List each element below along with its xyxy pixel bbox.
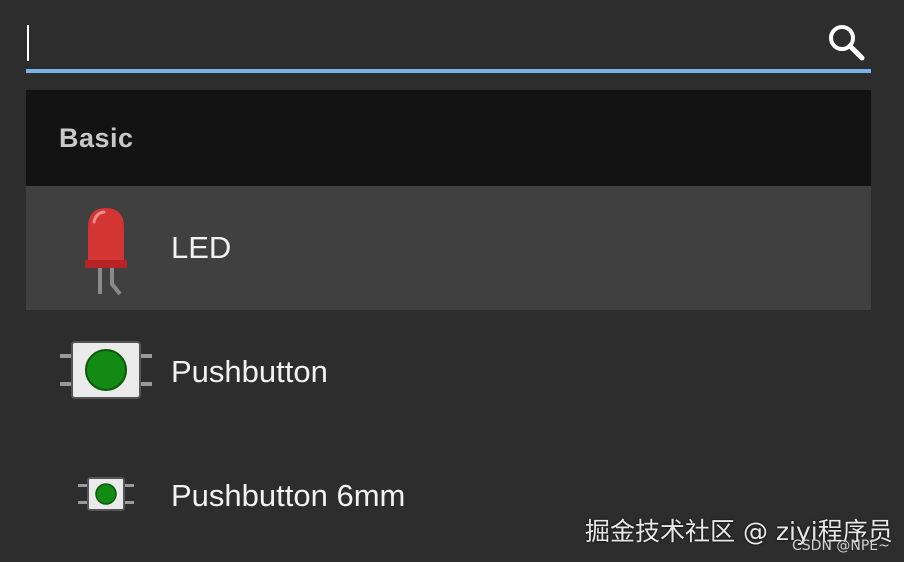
pushbutton-icon	[60, 341, 152, 399]
list-item-label: Pushbutton	[171, 354, 328, 389]
section-header: Basic	[26, 90, 871, 186]
led-icon	[85, 208, 127, 296]
search-input[interactable]	[26, 14, 818, 66]
pushbutton-6mm-icon	[78, 477, 134, 511]
list-item-label: LED	[171, 230, 232, 265]
search-underline	[26, 69, 871, 73]
search-icon[interactable]	[826, 22, 866, 62]
component-list: Basic LED Pushbutton Pushbutton 6mm	[26, 90, 871, 558]
section-header-label: Basic	[59, 123, 134, 153]
text-caret	[27, 25, 29, 61]
watermark-small: CSDN @NPE~	[792, 538, 890, 554]
component-picker-panel: Basic LED Pushbutton Pushbutton 6mm 掘金技术…	[0, 0, 904, 562]
list-item-label: Pushbutton 6mm	[171, 478, 406, 513]
search-bar	[26, 0, 871, 74]
list-item-pushbutton[interactable]: Pushbutton	[26, 310, 871, 434]
list-item-led[interactable]: LED	[26, 186, 871, 310]
